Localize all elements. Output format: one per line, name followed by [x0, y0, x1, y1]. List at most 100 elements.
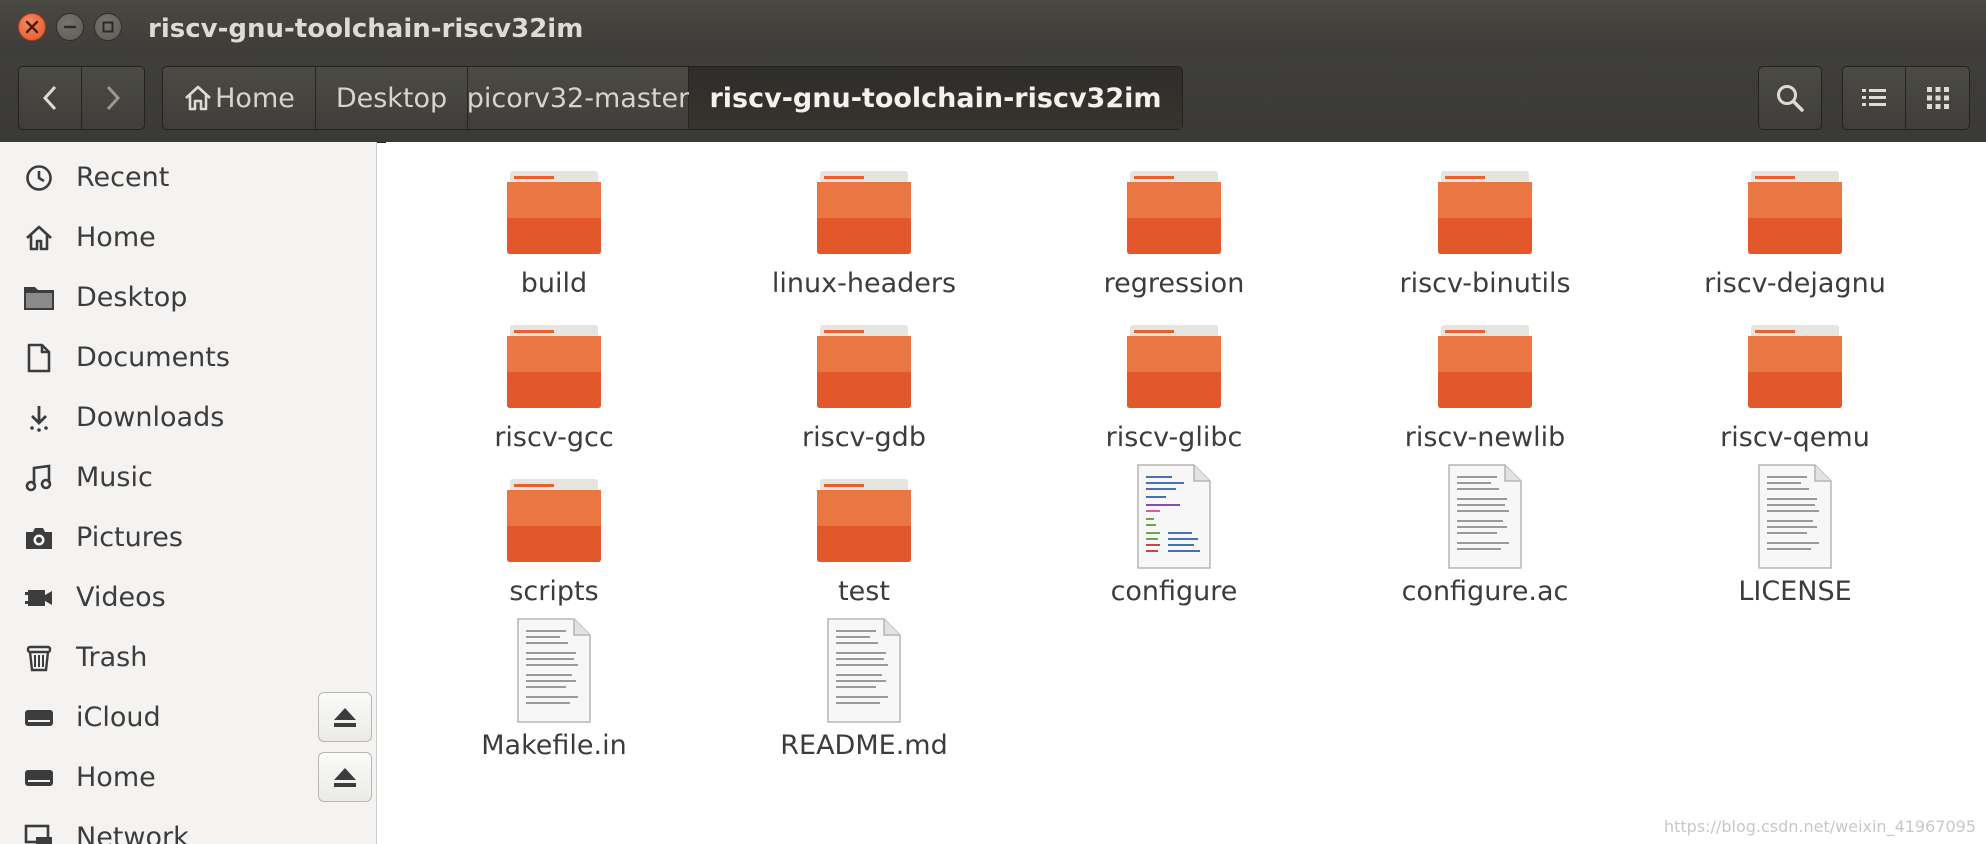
sidebar-item-documents[interactable]: Documents [0, 330, 376, 386]
document-icon [22, 342, 56, 374]
list-view-button[interactable] [1843, 67, 1906, 129]
folder-icon [434, 476, 674, 572]
file-name: Makefile.in [481, 730, 627, 761]
view-switcher [1842, 66, 1970, 130]
search-icon [1777, 85, 1804, 112]
download-icon [22, 402, 56, 434]
text-file-icon [434, 616, 674, 723]
title-bar: riscv-gnu-toolchain-riscv32im [0, 0, 1986, 57]
chevron-right-icon [106, 85, 121, 111]
file-item[interactable]: Makefile.in [434, 616, 674, 761]
folder-icon [1365, 322, 1605, 418]
file-item[interactable]: test [744, 476, 984, 616]
nav-buttons [18, 66, 145, 130]
file-item[interactable]: riscv-qemu [1675, 322, 1915, 462]
folder-icon [744, 168, 984, 264]
folder-icon [1054, 168, 1294, 264]
drive-icon [22, 702, 56, 734]
sidebar-item-pictures[interactable]: Pictures [0, 510, 376, 566]
sidebar-item-desktop[interactable]: Desktop [0, 270, 376, 326]
file-name: LICENSE [1738, 576, 1852, 607]
grid-view-button[interactable] [1906, 67, 1969, 129]
sidebar-item-label: Documents [76, 342, 230, 373]
file-name: riscv-gdb [802, 422, 926, 453]
trash-icon [22, 642, 56, 674]
file-item[interactable]: LICENSE [1675, 462, 1915, 607]
file-item[interactable]: regression [1054, 168, 1294, 308]
chevron-left-icon [42, 85, 57, 111]
file-item[interactable]: riscv-gdb [744, 322, 984, 462]
file-name: scripts [509, 576, 599, 607]
file-item[interactable]: riscv-gcc [434, 322, 674, 462]
eject-button[interactable] [318, 752, 372, 802]
maximize-icon [102, 21, 114, 33]
sidebar-item-trash[interactable]: Trash [0, 630, 376, 686]
folder-icon [1675, 168, 1915, 264]
eject-button[interactable] [318, 692, 372, 742]
file-grid: build linux-headers regression riscv-bin… [386, 142, 1986, 844]
video-icon [22, 582, 56, 614]
file-item[interactable]: configure.ac [1365, 462, 1605, 607]
file-item[interactable]: README.md [744, 616, 984, 761]
file-name: riscv-newlib [1404, 422, 1566, 453]
file-name: riscv-gcc [494, 422, 614, 453]
file-item[interactable]: linux-headers [744, 168, 984, 308]
sidebar-item-downloads[interactable]: Downloads [0, 390, 376, 446]
search-button[interactable] [1759, 67, 1821, 129]
breadcrumb-picorv32-master-label: picorv32-master [466, 82, 690, 114]
file-item[interactable]: riscv-glibc [1054, 322, 1294, 462]
folder-icon [434, 168, 674, 264]
sidebar-item-icloud[interactable]: iCloud [0, 690, 376, 746]
file-name: riscv-qemu [1720, 422, 1870, 453]
sidebar-item-recent[interactable]: Recent [0, 150, 376, 206]
sidebar-item-home-drive[interactable]: Home [0, 750, 376, 806]
file-name: linux-headers [771, 268, 957, 299]
script-file-icon [1054, 462, 1294, 569]
watermark: https://blog.csdn.net/weixin_41967095 [1663, 817, 1976, 836]
breadcrumb-picorv32-master[interactable]: picorv32-master [466, 67, 690, 129]
file-item[interactable]: riscv-newlib [1365, 322, 1605, 462]
sidebar-item-label: Desktop [76, 282, 188, 313]
text-file-icon [1675, 462, 1915, 569]
sidebar-item-label: Pictures [76, 522, 183, 553]
file-item[interactable]: scripts [434, 476, 674, 616]
maximize-button[interactable] [94, 13, 122, 41]
minimize-button[interactable] [56, 13, 84, 41]
sidebar-item-videos[interactable]: Videos [0, 570, 376, 626]
sidebar-item-label: Home [76, 222, 156, 253]
breadcrumb-home[interactable]: Home [163, 67, 316, 129]
file-item[interactable]: configure [1054, 462, 1294, 607]
folder-icon [434, 322, 674, 418]
network-icon [22, 822, 56, 844]
window-title: riscv-gnu-toolchain-riscv32im [148, 14, 584, 44]
file-name: riscv-dejagnu [1704, 268, 1886, 299]
sidebar-item-music[interactable]: Music [0, 450, 376, 506]
text-file-icon [744, 616, 984, 723]
file-name: regression [1103, 268, 1245, 299]
breadcrumb-desktop[interactable]: Desktop [316, 67, 468, 129]
file-item[interactable]: riscv-dejagnu [1675, 168, 1915, 308]
sidebar-item-label: Downloads [76, 402, 225, 433]
sidebar-item-network[interactable]: Network [0, 810, 376, 844]
file-item[interactable]: riscv-binutils [1365, 168, 1605, 308]
eject-icon [334, 768, 356, 787]
sidebar-item-home[interactable]: Home [0, 210, 376, 266]
sidebar-item-label: Music [76, 462, 153, 493]
sidebar-item-label: iCloud [76, 702, 161, 733]
file-name: riscv-binutils [1399, 268, 1571, 299]
sidebar: Recent Home Desktop Documents Downloads … [0, 142, 377, 844]
file-name: build [520, 268, 588, 299]
file-name: README.md [780, 730, 948, 761]
file-name: configure.ac [1401, 576, 1569, 607]
sidebar-item-label: Videos [76, 582, 166, 613]
breadcrumb-current[interactable]: riscv-gnu-toolchain-riscv32im [689, 67, 1182, 129]
close-button[interactable] [18, 13, 46, 41]
forward-button[interactable] [82, 67, 144, 129]
file-item[interactable]: build [434, 168, 674, 308]
home-icon [22, 222, 56, 254]
sidebar-item-label: Network [76, 822, 189, 844]
folder-icon [744, 322, 984, 418]
breadcrumb-home-label: Home [215, 82, 295, 114]
breadcrumb-current-label: riscv-gnu-toolchain-riscv32im [709, 82, 1162, 114]
back-button[interactable] [19, 67, 82, 129]
